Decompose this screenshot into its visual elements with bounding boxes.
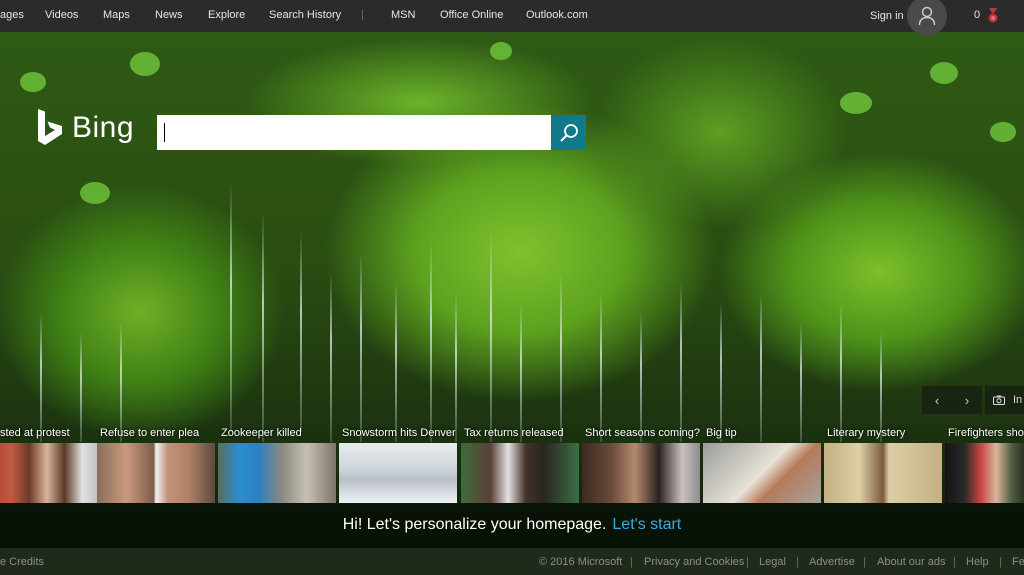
actor-photo <box>582 443 700 503</box>
news-title: Literary mystery <box>827 427 906 439</box>
previous-image-button[interactable]: ‹ <box>922 386 952 414</box>
news-item[interactable]: Short seasons coming? <box>582 423 700 503</box>
news-item[interactable]: Literary mystery <box>824 423 942 503</box>
firefighter-photo <box>945 443 1024 503</box>
news-strip: sted at protest Refuse to enter plea Zoo… <box>0 423 1024 503</box>
news-item[interactable]: Firefighters shot <box>945 423 1024 503</box>
footer-separator: | <box>999 556 1002 568</box>
bing-b-icon <box>38 109 62 145</box>
lets-start-link[interactable]: Let's start <box>612 516 681 533</box>
image-info-label: In <box>1013 394 1023 406</box>
next-image-button[interactable]: › <box>952 386 982 414</box>
chevron-right-icon: › <box>964 392 970 408</box>
news-item[interactable]: sted at protest <box>0 423 100 503</box>
nav-item-maps[interactable]: Maps <box>103 9 130 21</box>
footer-separator: | <box>863 556 866 568</box>
copyright-text: © 2016 Microsoft <box>539 556 623 568</box>
snow-street-photo <box>339 443 457 503</box>
sign-in-link[interactable]: Sign in <box>870 10 904 22</box>
image-credits-link[interactable]: e Credits <box>0 556 44 568</box>
advertise-link[interactable]: Advertise <box>809 556 855 568</box>
image-info-button[interactable]: In <box>985 386 1024 414</box>
news-item[interactable]: Big tip <box>703 423 821 503</box>
about-our-ads-link[interactable]: About our ads <box>877 556 946 568</box>
news-item[interactable]: Zookeeper killed <box>218 423 336 503</box>
nav-item-videos[interactable]: Videos <box>45 9 78 21</box>
footer: e Credits © 2016 Microsoft | Privacy and… <box>0 548 1024 575</box>
news-title: Firefighters shot <box>948 427 1024 439</box>
footer-separator: | <box>630 556 633 568</box>
news-item[interactable]: Refuse to enter plea <box>97 423 215 503</box>
text-caret <box>164 123 165 142</box>
two-men-photo <box>97 443 215 503</box>
nav-item-msn[interactable]: MSN <box>391 9 415 21</box>
search-input[interactable] <box>157 115 551 150</box>
news-title: Snowstorm hits Denver <box>342 427 456 439</box>
personalize-banner: Hi! Let's personalize your homepage. Let'… <box>0 503 1024 548</box>
footer-separator: | <box>953 556 956 568</box>
zookeeper-photo <box>218 443 336 503</box>
news-title: Big tip <box>706 427 737 439</box>
user-avatar[interactable] <box>907 0 947 36</box>
news-title: sted at protest <box>0 427 70 439</box>
legal-link[interactable]: Legal <box>759 556 786 568</box>
footer-separator: | <box>796 556 799 568</box>
rewards-count[interactable]: 0 <box>974 9 980 21</box>
chevron-left-icon: ‹ <box>934 392 940 408</box>
user-icon <box>918 6 936 26</box>
personalize-message: Hi! Let's personalize your homepage. <box>342 516 607 533</box>
nav-separator: | <box>361 9 364 21</box>
top-nav-bar: ages Videos Maps News Explore Search His… <box>0 0 1024 36</box>
search-box <box>157 115 551 150</box>
protest-photo <box>0 443 100 503</box>
news-title: Zookeeper killed <box>221 427 302 439</box>
nav-item-images[interactable]: ages <box>0 9 24 21</box>
news-title: Tax returns released <box>464 427 564 439</box>
news-item[interactable]: Tax returns released <box>461 423 579 503</box>
nav-item-outlook[interactable]: Outlook.com <box>526 9 588 21</box>
camera-icon <box>993 395 1005 405</box>
footer-separator: | <box>746 556 749 568</box>
search-icon <box>559 123 578 142</box>
news-title: Refuse to enter plea <box>100 427 200 439</box>
news-item[interactable]: Snowstorm hits Denver <box>339 423 457 503</box>
bing-logo-text: Bing <box>72 111 135 144</box>
receipt-photo <box>703 443 821 503</box>
rewards-medal-icon[interactable] <box>986 8 1000 27</box>
nav-item-office-online[interactable]: Office Online <box>440 9 503 21</box>
feedback-link[interactable]: Fe <box>1012 556 1024 568</box>
obamas-photo <box>461 443 579 503</box>
privacy-cookies-link[interactable]: Privacy and Cookies <box>644 556 744 568</box>
nav-item-explore[interactable]: Explore <box>208 9 245 21</box>
search-button[interactable] <box>551 115 586 150</box>
nav-item-news[interactable]: News <box>155 9 183 21</box>
bing-logo[interactable]: Bing <box>36 109 134 147</box>
notebook-photo <box>824 443 942 503</box>
nav-item-search-history[interactable]: Search History <box>269 9 341 21</box>
news-title: Short seasons coming? <box>585 427 700 439</box>
help-link[interactable]: Help <box>966 556 989 568</box>
